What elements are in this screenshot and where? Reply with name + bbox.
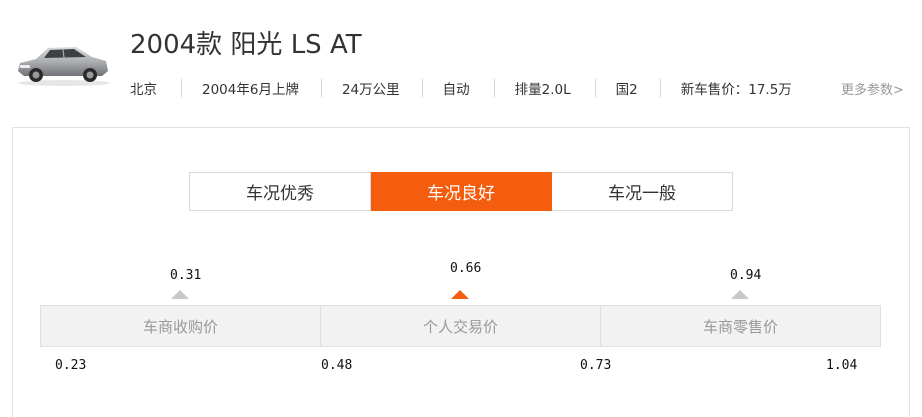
dealer-retail-price-value: 0.94 bbox=[730, 268, 762, 283]
price-boundary-value: 0.73 bbox=[580, 358, 612, 373]
spec-registration-date: 2004年6月上牌 bbox=[202, 82, 299, 98]
spec-divider bbox=[659, 79, 661, 97]
tab-condition-excellent[interactable]: 车况优秀 bbox=[189, 172, 371, 211]
dealer-buy-price-value: 0.31 bbox=[170, 268, 202, 283]
more-params-link[interactable]: 更多参数> bbox=[841, 79, 904, 98]
price-boundary-value: 1.04 bbox=[826, 358, 858, 373]
spec-divider bbox=[493, 79, 495, 97]
price-boundary-value: 0.23 bbox=[55, 358, 87, 373]
dealer-retail-price-marker-icon bbox=[731, 290, 749, 299]
spec-divider bbox=[181, 79, 182, 97]
dealer-buy-price-marker-icon bbox=[171, 290, 189, 299]
spec-new-car-price: 新车售价：17.5万 bbox=[680, 82, 792, 98]
car-spec-list: 北京 2004年6月上牌 24万公里 自动 排量2.0L 国2 新车售价：17.… bbox=[130, 78, 792, 98]
spec-emission-standard: 国2 bbox=[615, 82, 638, 98]
price-boundary-value: 0.48 bbox=[321, 358, 353, 373]
car-title: 2004款 阳光 LS AT bbox=[130, 30, 362, 60]
price-range-bar: 车商收购价 个人交易价 车商零售价 bbox=[40, 305, 881, 347]
tab-condition-good[interactable]: 车况良好 bbox=[371, 172, 552, 211]
spec-displacement: 排量2.0L bbox=[514, 82, 571, 98]
tab-condition-fair[interactable]: 车况一般 bbox=[552, 172, 733, 211]
dealer-retail-price-label: 车商零售价 bbox=[600, 306, 880, 346]
private-trade-price-label: 个人交易价 bbox=[320, 306, 600, 346]
dealer-buy-price-label: 车商收购价 bbox=[142, 317, 218, 336]
spec-transmission: 自动 bbox=[442, 82, 470, 98]
spec-mileage: 24万公里 bbox=[341, 82, 400, 98]
spec-divider bbox=[421, 79, 423, 97]
car-thumbnail-image bbox=[18, 47, 110, 86]
spec-divider bbox=[320, 79, 322, 97]
spec-divider bbox=[594, 79, 596, 97]
private-trade-price-marker-icon bbox=[451, 290, 469, 299]
condition-tabs: 车况优秀 车况良好 车况一般 bbox=[189, 172, 733, 211]
private-trade-price-value: 0.66 bbox=[450, 261, 482, 276]
spec-city: 北京 bbox=[130, 82, 157, 98]
